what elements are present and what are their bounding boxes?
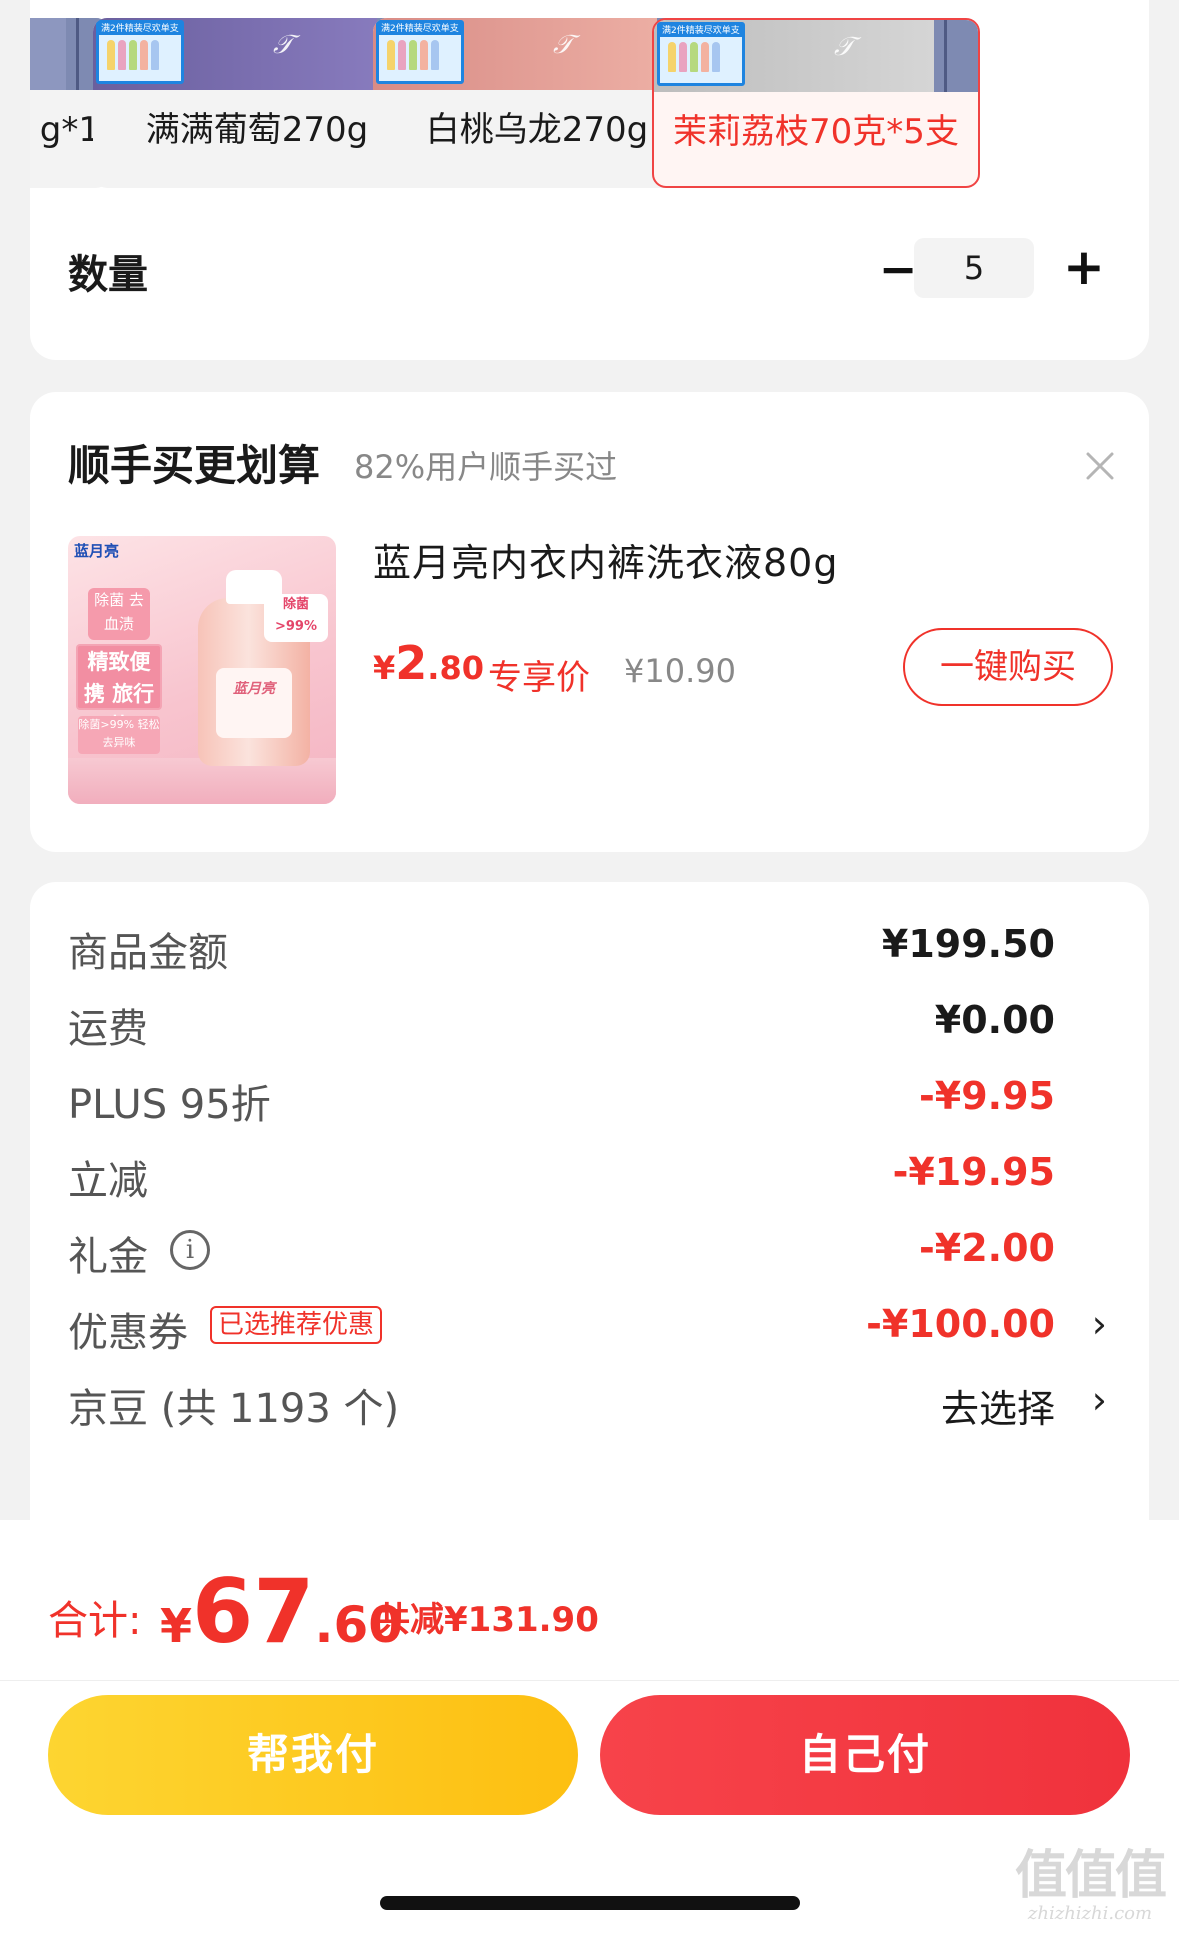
summary-row-coupon[interactable]: 优惠券 已选推荐优惠 -¥100.00 › xyxy=(30,1294,1149,1356)
summary-value: ¥0.00 xyxy=(934,998,1055,1042)
help-me-pay-button[interactable]: 帮我付 xyxy=(48,1695,578,1815)
price-currency: ¥ xyxy=(373,649,396,687)
watermark: 值值值 zhizhizhi.com xyxy=(1014,1845,1167,1924)
brand-mark: 𝒯 xyxy=(834,32,854,62)
info-icon[interactable]: i xyxy=(170,1230,210,1270)
image-tag: 除菌>99% 轻松去异味 xyxy=(78,716,160,754)
addon-subtitle: 82%用户顺手买过 xyxy=(354,448,618,486)
watermark-url: zhizhizhi.com xyxy=(1027,1903,1153,1924)
summary-row-jingdou[interactable]: 京豆 (共 1193 个) 去选择 › xyxy=(30,1370,1149,1433)
pay-myself-button[interactable]: 自己付 xyxy=(600,1695,1130,1815)
one-click-buy-button[interactable]: 一键购买 xyxy=(903,628,1113,706)
original-price: ¥10.90 xyxy=(624,652,736,690)
summary-label: 礼金 xyxy=(68,1234,148,1280)
payment-actions: 帮我付 自己付 xyxy=(0,1680,1179,1830)
chevron-right-icon[interactable]: › xyxy=(1092,1378,1107,1422)
promo-text: 满2件精装尽欢单支 xyxy=(660,25,742,37)
summary-row-shipping: 运费 ¥0.00 xyxy=(30,990,1149,1052)
coupon-selected-badge: 已选推荐优惠 xyxy=(210,1306,383,1344)
model-figure xyxy=(934,20,978,92)
summary-value: -¥19.95 xyxy=(892,1150,1055,1194)
summary-label: 京豆 (共 1193 个) xyxy=(68,1386,400,1432)
product-price: ¥2.80 xyxy=(373,636,484,690)
brand-mark: 𝒯 xyxy=(273,30,293,60)
total-amount: ¥67.60 xyxy=(160,1560,403,1663)
promo-text: 满2件精装尽欢单支 xyxy=(99,23,181,35)
quantity-label: 数量 xyxy=(68,252,148,298)
product-image[interactable]: 蓝月亮 除菌 去血渍 精致便携 旅行装 除菌>99% 轻松去异味 蓝月亮 除菌 … xyxy=(68,536,336,804)
promo-sticker: 满2件精装尽欢单支 xyxy=(96,20,184,84)
variant-option[interactable]: 满2件精装尽欢单支 𝒯 满满葡萄270g xyxy=(93,18,421,188)
summary-row-plus-discount: PLUS 95折 -¥9.95 xyxy=(30,1066,1149,1128)
price-label: 专享价 xyxy=(488,658,590,698)
summary-label: PLUS 95折 xyxy=(68,1082,271,1128)
total-integer: 67 xyxy=(192,1560,315,1663)
summary-label: 立减 xyxy=(68,1158,148,1204)
summary-label: 运费 xyxy=(68,1006,148,1052)
price-integer: 2 xyxy=(395,636,428,690)
product-spec-card: g*1 满2件精装尽欢单支 𝒯 满满葡萄270g 满2件精装尽欢单支 𝒯 白桃乌… xyxy=(30,0,1149,360)
brand-mark: 𝒯 xyxy=(553,30,573,60)
variant-label: 茉莉荔枝70克*5支 xyxy=(673,112,959,152)
chevron-right-icon[interactable]: › xyxy=(1092,1302,1107,1346)
total-label: 合计: xyxy=(48,1598,142,1644)
summary-row-instant-discount: 立减 -¥19.95 xyxy=(30,1142,1149,1204)
summary-label: 商品金额 xyxy=(68,930,228,976)
variant-thumbnail: 满2件精装尽欢单支 𝒯 xyxy=(93,18,421,90)
product-name[interactable]: 蓝月亮内衣内裤洗衣液80g xyxy=(373,532,838,587)
promo-sticker: 满2件精装尽欢单支 xyxy=(657,22,745,86)
quantity-input[interactable]: 5 xyxy=(914,238,1034,298)
summary-value: -¥100.00 xyxy=(866,1302,1055,1346)
summary-value[interactable]: 去选择 xyxy=(941,1378,1055,1433)
summary-value: ¥199.50 xyxy=(881,922,1055,966)
image-tag: 精致便携 旅行装 xyxy=(76,644,162,738)
price-decimal: .80 xyxy=(427,649,484,687)
watermark-logo: 值值值 xyxy=(1014,1845,1167,1906)
close-icon[interactable] xyxy=(1082,448,1118,484)
summary-label: 优惠券 xyxy=(68,1310,188,1356)
quantity-increment-button[interactable]: + xyxy=(1056,240,1112,296)
bottle-label: 蓝月亮 xyxy=(216,668,292,738)
summary-row-subtotal: 商品金额 ¥199.50 xyxy=(30,914,1149,976)
promo-text: 满2件精装尽欢单支 xyxy=(379,23,461,35)
addon-recommend-card: 顺手买更划算 82%用户顺手买过 蓝月亮 除菌 去血渍 精致便携 旅行装 除菌>… xyxy=(30,392,1149,852)
image-tag: 除菌 去血渍 xyxy=(88,588,150,640)
summary-value: -¥2.00 xyxy=(919,1226,1055,1270)
promo-sticker: 满2件精装尽欢单支 xyxy=(376,20,464,84)
total-saving: 共减¥131.90 xyxy=(376,1600,599,1640)
variant-option-selected[interactable]: 满2件精装尽欢单支 𝒯 茉莉荔枝70克*5支 xyxy=(652,18,980,188)
total-bar: 合计: ¥67.60 共减¥131.90 xyxy=(0,1520,1179,1680)
total-currency: ¥ xyxy=(160,1599,193,1653)
order-confirm-page: g*1 满2件精装尽欢单支 𝒯 满满葡萄270g 满2件精装尽欢单支 𝒯 白桃乌… xyxy=(0,0,1179,1933)
variant-label: 满满葡萄270g xyxy=(145,110,369,150)
summary-value: -¥9.95 xyxy=(919,1074,1055,1118)
variant-list[interactable]: g*1 满2件精装尽欢单支 𝒯 满满葡萄270g 满2件精装尽欢单支 𝒯 白桃乌… xyxy=(30,18,1149,188)
summary-row-gift-money: 礼金 i -¥2.00 xyxy=(30,1218,1149,1280)
addon-title: 顺手买更划算 xyxy=(68,441,321,490)
image-badge: 除菌 >99% xyxy=(264,594,328,642)
home-indicator[interactable] xyxy=(380,1896,800,1910)
variant-thumbnail: 满2件精装尽欢单支 𝒯 xyxy=(654,20,978,92)
home-indicator-area xyxy=(0,1830,1179,1933)
price-summary-card: 商品金额 ¥199.50 运费 ¥0.00 PLUS 95折 -¥9.95 立减… xyxy=(30,882,1149,1582)
brand-logo: 蓝月亮 xyxy=(74,542,120,560)
